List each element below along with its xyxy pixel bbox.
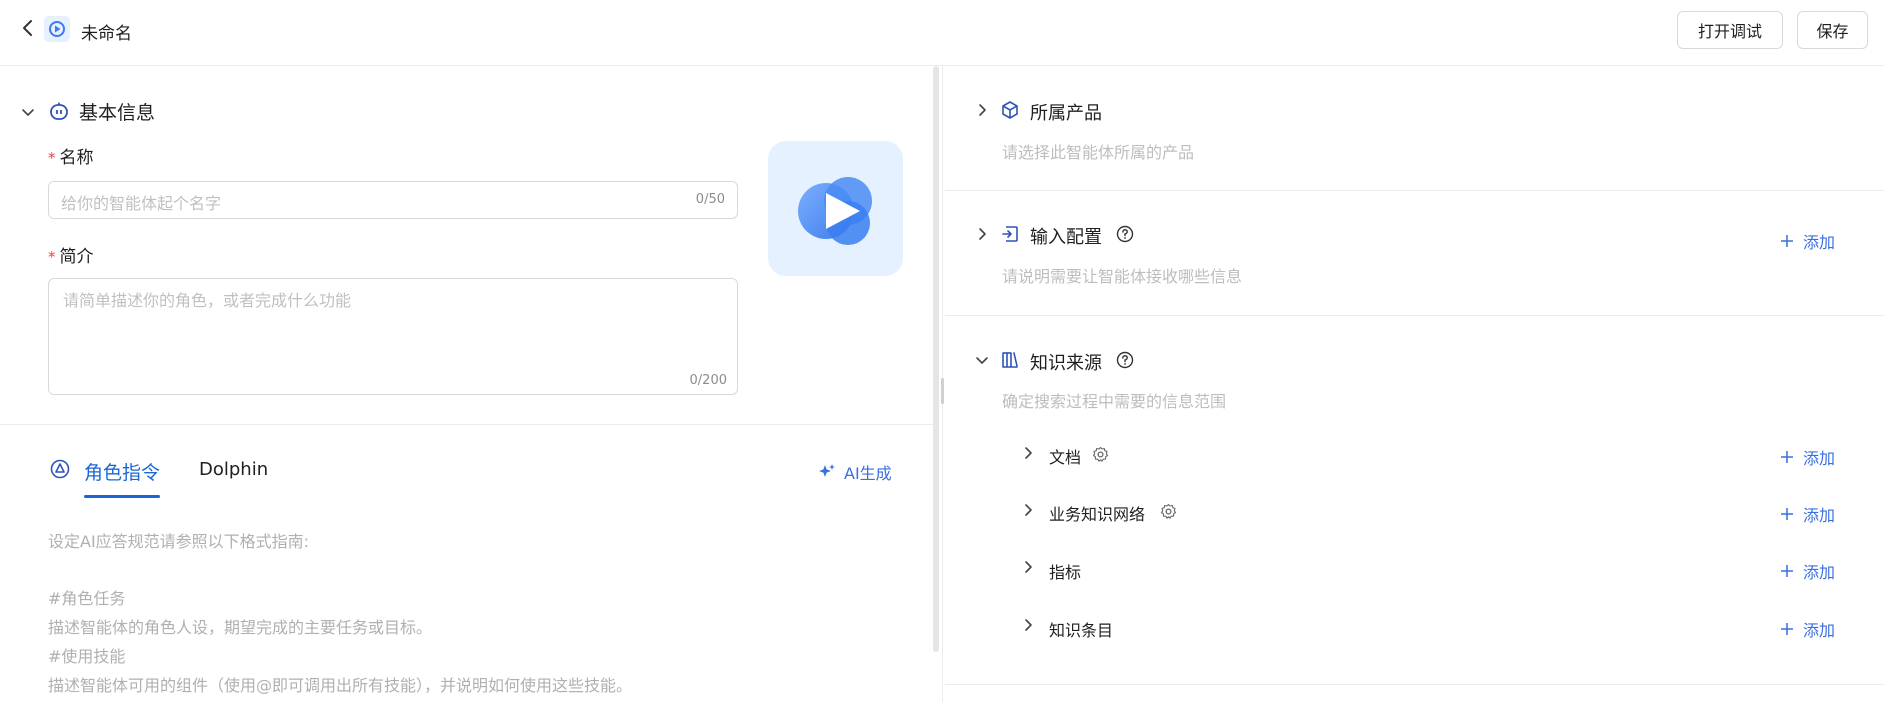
gear-icon[interactable] (1092, 446, 1109, 463)
name-char-count: 0/50 (695, 192, 725, 207)
intro-label-text: 简介 (59, 247, 94, 267)
metrics-add-button[interactable]: 添加 (1780, 559, 1835, 583)
knowledge-item-docs[interactable]: 文档 (1049, 444, 1081, 468)
input-config-title[interactable]: 输入配置 (1030, 223, 1102, 249)
open-debug-button[interactable]: 打开调试 (1677, 11, 1783, 49)
knowledge-item-metrics[interactable]: 指标 (1049, 559, 1081, 583)
input-icon (1000, 224, 1020, 244)
intro-textarea[interactable]: 请简单描述你的角色，或者完成什么功能 0/200 (48, 278, 738, 395)
intro-placeholder: 请简单描述你的角色，或者完成什么功能 (63, 291, 352, 310)
play-logo-icon (797, 176, 872, 245)
add-label: 添加 (1803, 233, 1836, 252)
tab-role-command[interactable]: 角色指令 (84, 458, 160, 485)
entries-add-button[interactable]: 添加 (1780, 617, 1835, 641)
chevron-down-icon[interactable] (20, 104, 36, 120)
chevron-right-icon[interactable] (974, 102, 990, 118)
input-config-desc: 请说明需要让智能体接收哪些信息 (1002, 267, 1243, 286)
app-title: 未命名 (81, 24, 132, 44)
product-desc: 请选择此智能体所属的产品 (1002, 143, 1195, 162)
prompt-line: 描述智能体可用的组件（使用@即可调用出所有技能），并说明如何使用这些技能。 (48, 676, 633, 695)
intro-label: * 简介 (48, 242, 94, 267)
cube-icon (1000, 100, 1020, 120)
input-config-add-button[interactable]: 添加 (1780, 229, 1835, 253)
name-label: * 名称 (48, 143, 94, 168)
tab-dolphin[interactable]: Dolphin (199, 459, 268, 480)
business-network-add-button[interactable]: 添加 (1780, 502, 1835, 526)
library-books-icon (1000, 350, 1020, 370)
plus-icon (1781, 565, 1793, 577)
plus-icon (1781, 451, 1793, 463)
right-divider (945, 190, 1884, 191)
agent-avatar[interactable] (768, 141, 903, 276)
app-logo-icon (44, 16, 70, 42)
add-label: 添加 (1803, 621, 1836, 640)
add-label: 添加 (1803, 506, 1836, 525)
ai-generate-label: AI生成 (844, 464, 892, 483)
chevron-right-icon[interactable] (1020, 502, 1036, 518)
plus-icon (1781, 235, 1793, 247)
basic-info-title: 基本信息 (79, 102, 156, 124)
plus-icon (1781, 508, 1793, 520)
name-placeholder: 给你的智能体起个名字 (61, 194, 222, 213)
product-title[interactable]: 所属产品 (1030, 99, 1102, 125)
add-label: 添加 (1803, 563, 1836, 582)
name-label-text: 名称 (59, 148, 94, 168)
chevron-right-icon[interactable] (1020, 445, 1036, 461)
robot-icon (48, 101, 70, 123)
ai-generate-button[interactable]: AI生成 (818, 460, 892, 484)
right-divider (945, 684, 1884, 685)
plus-icon (1781, 623, 1793, 635)
help-circle-icon[interactable] (1116, 351, 1134, 369)
gear-icon[interactable] (1160, 503, 1177, 520)
prompt-line: #角色任务 (48, 589, 126, 608)
knowledge-desc: 确定搜索过程中需要的信息范围 (1002, 392, 1227, 411)
add-label: 添加 (1803, 449, 1836, 468)
role-command-icon (50, 459, 70, 479)
chevron-right-icon[interactable] (1020, 559, 1036, 575)
name-input[interactable]: 给你的智能体起个名字 0/50 (48, 181, 738, 219)
docs-add-button[interactable]: 添加 (1780, 445, 1835, 469)
prompt-line: 描述智能体的角色人设，期望完成的主要任务或目标。 (48, 618, 433, 637)
chevron-right-icon[interactable] (1020, 617, 1036, 633)
tab-active-indicator (84, 495, 160, 498)
knowledge-item-entries[interactable]: 知识条目 (1049, 617, 1113, 641)
left-divider (0, 424, 934, 425)
intro-char-count: 0/200 (689, 373, 727, 388)
left-scrollbar[interactable] (933, 66, 939, 652)
knowledge-title[interactable]: 知识来源 (1030, 349, 1102, 375)
prompt-line: #使用技能 (48, 647, 126, 666)
resize-handle[interactable] (941, 378, 944, 404)
save-button[interactable]: 保存 (1797, 11, 1868, 49)
required-mark: * (48, 248, 56, 266)
basic-info-header[interactable]: 基本信息 (20, 98, 155, 125)
knowledge-item-business-network[interactable]: 业务知识网络 (1049, 501, 1145, 525)
help-circle-icon[interactable] (1116, 225, 1134, 243)
sparkle-icon (818, 463, 836, 481)
top-bar: 未命名 打开调试 保存 (0, 0, 1884, 66)
prompt-line: 设定AI应答规范请参照以下格式指南: (48, 532, 310, 551)
required-mark: * (48, 149, 56, 167)
chevron-down-icon[interactable] (974, 352, 990, 368)
right-divider (945, 315, 1884, 316)
chevron-right-icon[interactable] (974, 226, 990, 242)
back-arrow-icon[interactable] (16, 16, 40, 40)
